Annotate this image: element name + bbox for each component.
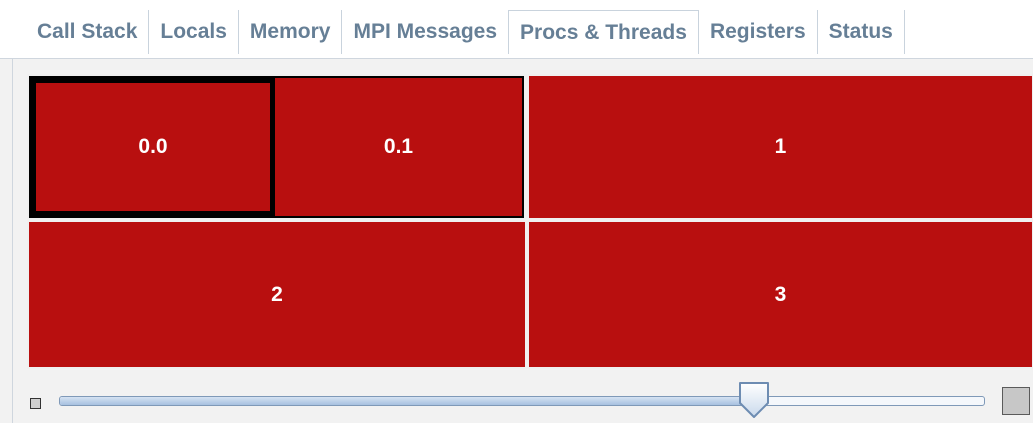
tab-memory[interactable]: Memory [239,10,343,54]
tab-call-stack[interactable]: Call Stack [26,10,150,54]
process-cell-label: 2 [271,282,283,306]
process-cell-1[interactable]: 1 [527,74,1033,220]
tab-bar: Call Stack Locals Memory MPI Messages Pr… [0,0,1033,59]
zoom-slider-fill [60,397,753,405]
process-cell-label: 1 [774,135,787,158]
tab-procs-threads[interactable]: Procs & Threads [508,10,699,54]
thread-cell-0-0[interactable]: 0.0 [36,83,270,211]
tab-registers[interactable]: Registers [699,10,818,54]
large-square-icon [1002,387,1030,415]
tab-status[interactable]: Status [818,10,905,54]
process-cell-label: 3 [774,282,787,306]
tab-mpi-messages[interactable]: MPI Messages [342,10,510,54]
tab-locals[interactable]: Locals [149,10,239,54]
process-0-group[interactable]: 0.0 0.1 [27,74,527,220]
thread-cell-label: 0.0 [138,135,168,158]
process-cell-3[interactable]: 3 [527,220,1033,369]
process-cell-2[interactable]: 2 [27,220,527,369]
zoom-slider-track[interactable] [59,396,985,406]
zoom-slider-thumb[interactable] [738,381,770,419]
process-treemap: 0.0 0.1 1 2 3 [27,74,1033,369]
thread-cell-label: 0.1 [383,135,414,158]
thread-cell-0-1[interactable]: 0.1 [275,78,522,216]
zoom-slider-row [27,379,1033,423]
small-square-icon [30,398,41,409]
procs-threads-view: Call Stack Locals Memory MPI Messages Pr… [0,0,1033,423]
procs-threads-panel: 0.0 0.1 1 2 3 [12,59,1033,423]
tab-list: Call Stack Locals Memory MPI Messages Pr… [26,10,905,54]
